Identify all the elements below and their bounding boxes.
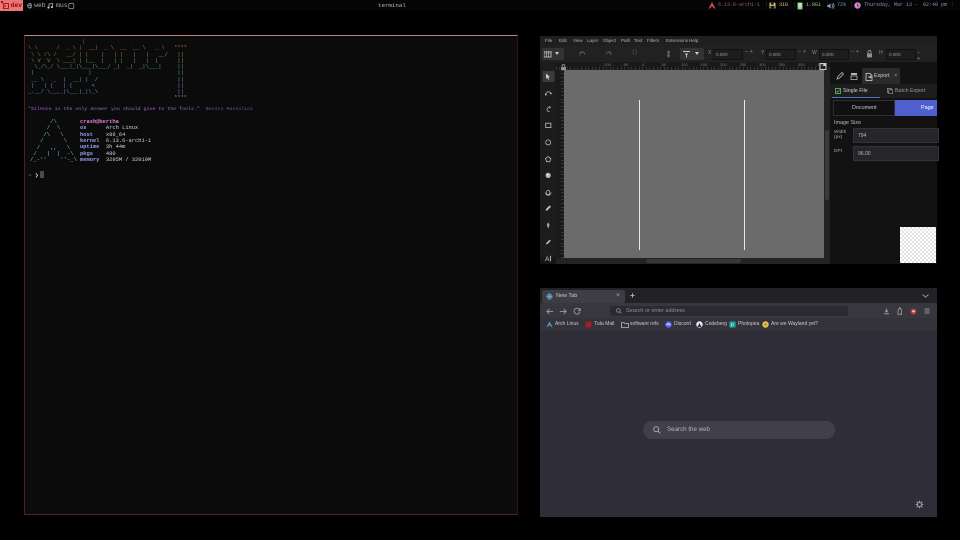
- svg-text:A: A: [545, 256, 550, 263]
- svg-text:P: P: [731, 322, 734, 328]
